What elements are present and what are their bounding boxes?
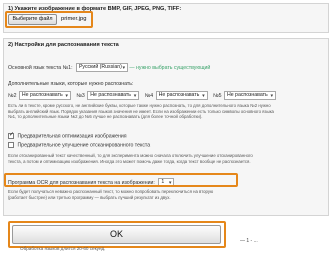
tail-text: — 1 - ... [240,238,258,244]
chevron-down-icon: ▼ [132,93,138,98]
extra-lang-2-select[interactable]: Не распознавать ▼ [18,91,71,100]
main-language-hint: — нужно выбрать существующий [129,64,211,71]
ocr-program-note: Если будет получаться неважно распознанн… [8,189,214,200]
extra-lang-5-label: №5 [213,92,222,99]
extra-languages-note: Есть ли в тексте, кроме русского, не анг… [8,103,274,119]
extra-languages-label: Дополнительные языки, которые нужно расп… [8,81,134,87]
choose-file-button[interactable]: Выберите файл [8,14,57,25]
main-language-row: Основной язык текста №1: Русский (Russia… [8,63,210,72]
extra-languages-row: №2 Не распознавать ▼ №3 Не распознавать … [8,91,276,100]
ocr-highlight [4,173,238,187]
extra-lang-4-select[interactable]: Не распознавать ▼ [155,91,208,100]
main-language-select[interactable]: Русский (Russian) ▼ [75,63,128,72]
optimize-image-checkbox[interactable] [8,132,14,140]
footer-note: Обработка языков длится 20-60 секунд. [20,246,106,251]
enhance-text-option[interactable]: Предварительное улучшение отсканированно… [8,142,150,149]
extra-lang-2-label: №2 [8,92,17,99]
extra-lang-3-select[interactable]: Не распознавать ▼ [87,91,140,100]
settings-section: 2) Настройки для распознавания текста Ос… [3,38,329,216]
chevron-down-icon: ▼ [201,93,206,98]
main-language-label: Основной язык текста №1: [8,64,73,71]
enhance-text-checkbox[interactable] [8,142,14,148]
extra-lang-5-select[interactable]: Не распознавать ▼ [223,91,276,100]
chevron-down-icon: ▼ [269,93,274,98]
chevron-down-icon: ▼ [64,93,69,98]
extra-lang-4-label: №4 [144,92,154,99]
chevron-down-icon: ▼ [121,65,126,70]
ok-button[interactable]: OK [12,225,221,244]
selected-file-name: primer.jpg [61,16,87,22]
optimize-image-option[interactable]: Предварительная оптимизация изображения [8,132,127,140]
settings-section-title: 2) Настройки для распознавания текста [8,42,119,48]
extra-lang-3-label: №3 [76,92,85,99]
options-note: Если отсканированный текст качественный,… [8,153,253,164]
